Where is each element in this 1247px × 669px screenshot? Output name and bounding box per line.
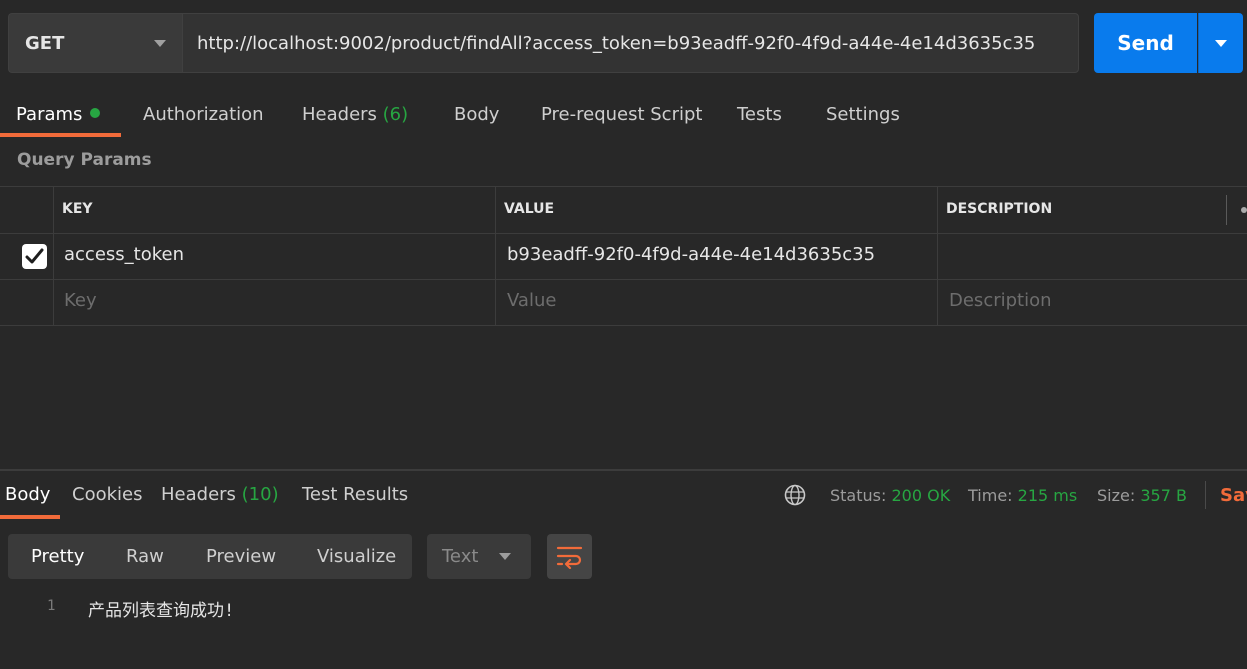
status-label: Status: [830, 486, 887, 505]
column-header-value: VALUE [504, 201, 555, 217]
time-label: Time: [968, 486, 1013, 505]
wrap-lines-icon [556, 546, 583, 569]
tab-label: Headers [302, 104, 377, 125]
response-time: Time: 215 ms [968, 486, 1077, 505]
param-key-cell[interactable]: access_token [64, 244, 184, 265]
query-params-title: Query Params [17, 150, 152, 170]
method-select[interactable]: GET [8, 13, 182, 73]
column-header-key: KEY [62, 201, 93, 217]
tab-body[interactable]: Body [454, 98, 499, 138]
param-description-cell[interactable] [949, 244, 1229, 268]
response-tab-test-results[interactable]: Test Results [302, 484, 408, 505]
param-key: access_token [64, 244, 184, 265]
table-divider [0, 233, 1247, 234]
new-value-input[interactable]: Value [507, 290, 556, 311]
tab-label: Cookies [72, 484, 143, 505]
url-text: http://localhost:9002/product/findAll?ac… [197, 32, 1036, 54]
save-response-button[interactable]: Sav [1220, 485, 1247, 506]
more-options-icon[interactable] [1241, 207, 1247, 213]
size-value: 357 B [1140, 486, 1187, 505]
tab-headers[interactable]: Headers (6) [302, 98, 408, 138]
wrap-lines-button[interactable] [547, 534, 592, 579]
checkmark-icon [25, 248, 44, 264]
new-key-input[interactable]: Key [64, 290, 97, 311]
active-tab-indicator [0, 133, 121, 137]
param-value-cell[interactable]: b93eadff-92f0-4f9d-a44e-4e14d3635c35 [507, 244, 875, 265]
table-divider [0, 279, 1247, 280]
table-divider [937, 187, 938, 326]
tab-settings[interactable]: Settings [826, 98, 900, 138]
param-value: b93eadff-92f0-4f9d-a44e-4e14d3635c35 [507, 244, 876, 265]
url-input[interactable]: http://localhost:9002/product/findAll?ac… [182, 13, 1079, 73]
new-description-input[interactable]: Description [949, 290, 1052, 311]
response-tab-cookies[interactable]: Cookies [72, 484, 142, 505]
response-size: Size: 357 B [1097, 486, 1187, 505]
tab-label: Headers [161, 484, 236, 505]
send-options-button[interactable] [1198, 13, 1243, 73]
send-label: Send [1117, 31, 1174, 55]
active-tab-indicator [0, 515, 60, 519]
request-tabs: Params Authorization Headers (6) Body Pr… [0, 98, 1247, 138]
tab-label: Authorization [143, 104, 264, 125]
tab-tests[interactable]: Tests [737, 98, 782, 138]
response-body-text: 产品列表查询成功! [88, 601, 235, 621]
tab-label: Body [5, 484, 51, 505]
chevron-down-icon [154, 40, 166, 47]
divider [1205, 481, 1206, 509]
tab-count: (10) [241, 484, 279, 505]
view-mode-pretty[interactable]: Pretty [31, 534, 84, 579]
method-label: GET [25, 32, 65, 54]
globe-icon[interactable] [784, 484, 806, 506]
chevron-down-icon [1215, 40, 1227, 47]
param-enabled-checkbox[interactable] [22, 244, 47, 269]
tab-label: Body [454, 104, 500, 125]
response-status: Status: 200 OK [830, 486, 950, 505]
time-value: 215 ms [1017, 486, 1078, 505]
view-mode-preview[interactable]: Preview [206, 534, 276, 579]
status-value: 200 OK [891, 486, 951, 505]
format-label: Text [442, 546, 479, 567]
tab-count: (6) [382, 104, 409, 125]
active-dot-icon [90, 108, 101, 118]
tab-label: Params [16, 104, 83, 125]
table-divider [495, 187, 496, 326]
column-resize-handle[interactable] [1226, 195, 1227, 225]
table-divider [0, 325, 1247, 326]
pane-resize-handle[interactable] [0, 469, 1247, 471]
tab-pre-request-script[interactable]: Pre-request Script [541, 98, 702, 138]
params-table: KEY VALUE DESCRIPTION access_token b93ea… [0, 186, 1247, 326]
format-select[interactable]: Text [427, 534, 531, 579]
tab-label: Pre-request Script [541, 104, 703, 125]
tab-label: Settings [826, 104, 900, 125]
response-tab-body[interactable]: Body [5, 484, 50, 505]
response-line: 1 产品列表查询成功! [0, 596, 1247, 621]
response-tab-headers[interactable]: Headers (10) [161, 484, 279, 505]
tab-authorization[interactable]: Authorization [143, 98, 264, 138]
view-mode-visualize[interactable]: Visualize [317, 534, 396, 579]
tab-label: Test Results [302, 484, 409, 505]
size-label: Size: [1097, 486, 1136, 505]
table-divider [53, 187, 54, 326]
view-mode-raw[interactable]: Raw [126, 534, 164, 579]
view-mode-group: Pretty Raw Preview Visualize [8, 534, 412, 579]
tab-label: Tests [737, 104, 782, 125]
chevron-down-icon [499, 553, 511, 560]
column-header-description: DESCRIPTION [946, 201, 1053, 217]
line-number: 1 [47, 598, 56, 614]
tab-params[interactable]: Params [16, 98, 101, 138]
send-button[interactable]: Send [1094, 13, 1197, 73]
